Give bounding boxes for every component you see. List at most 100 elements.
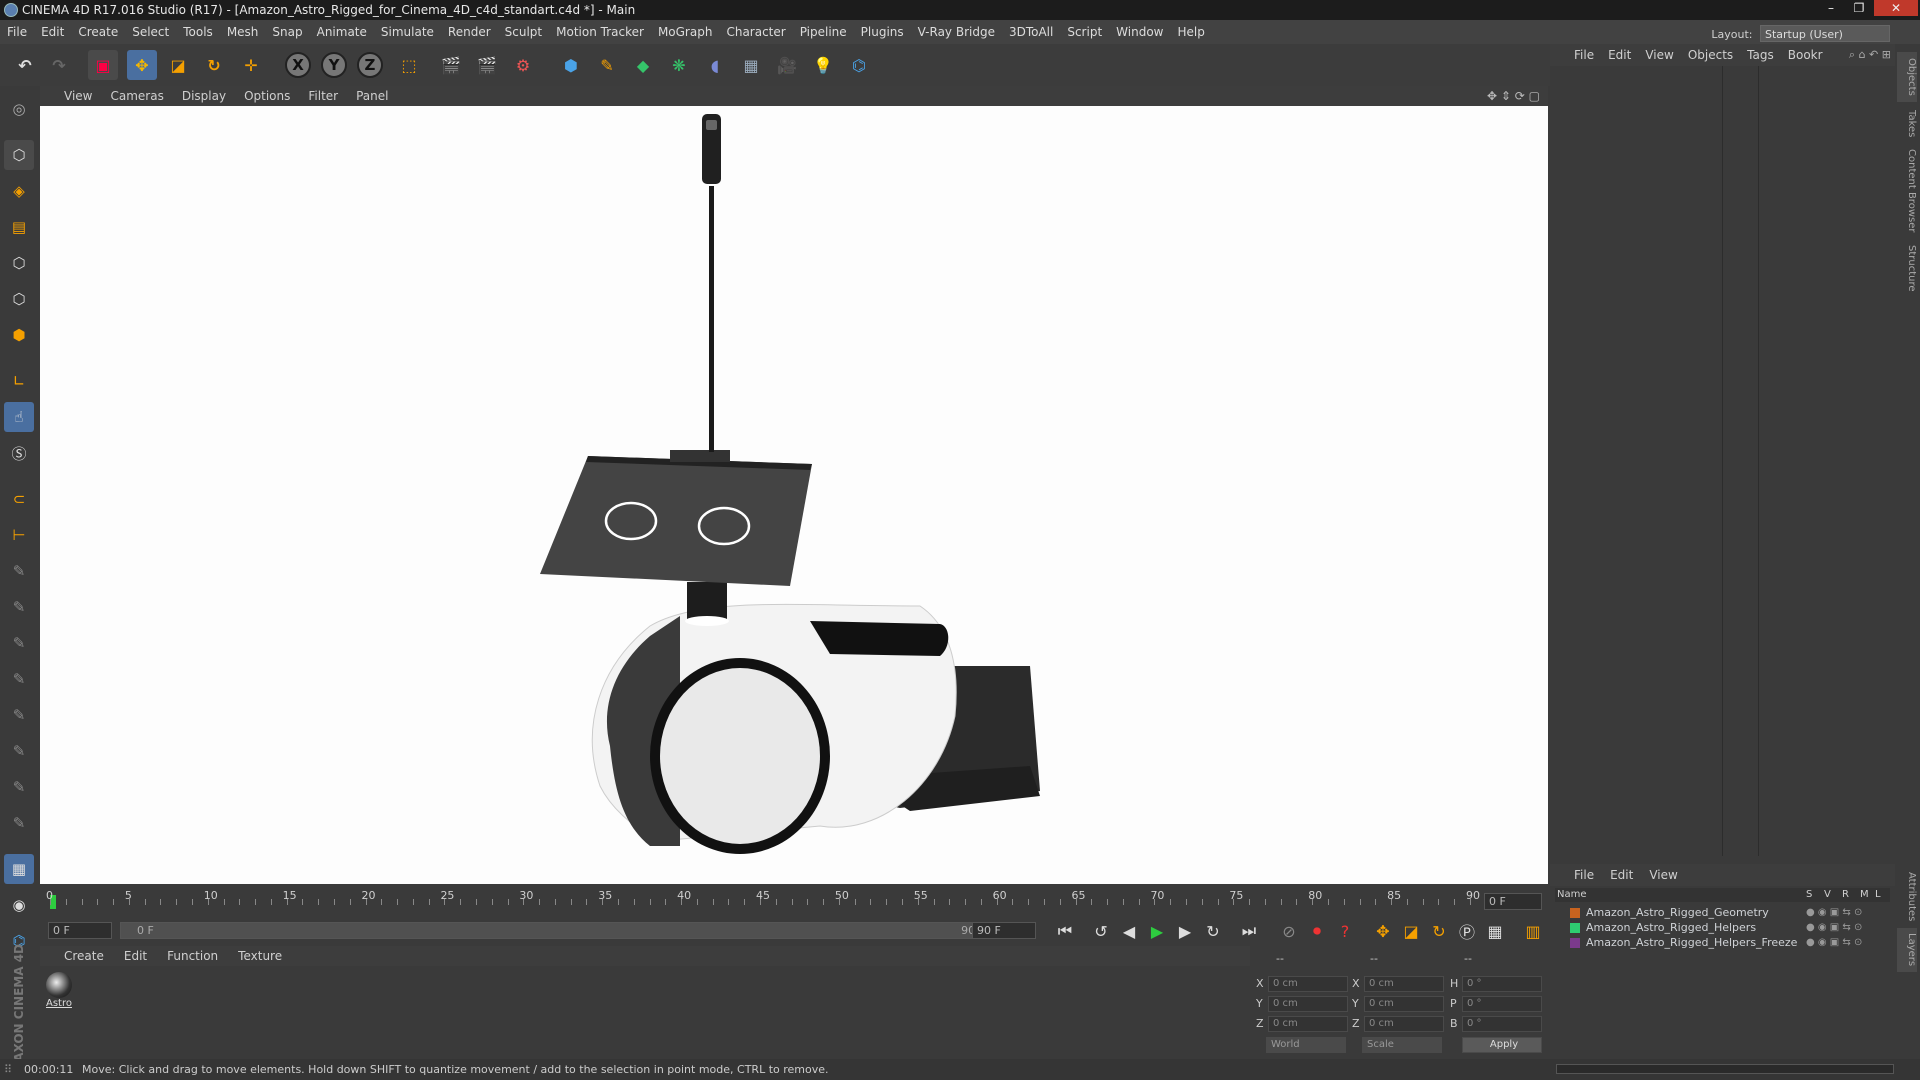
python-icon[interactable]: ⌬ (844, 50, 874, 80)
object-row[interactable]: ●Sky (1550, 72, 1895, 92)
close-icon[interactable]: ✕ (1874, 0, 1918, 16)
object-row[interactable]: ▲Beam_5⁘⁘ (1550, 392, 1895, 412)
menu-file[interactable]: File (0, 20, 34, 44)
menu-select[interactable]: Select (125, 20, 176, 44)
viewport-menu-options[interactable]: Options (236, 86, 300, 106)
subdivision-surface-icon[interactable]: ◆ (628, 50, 658, 80)
side-tab-content-browser[interactable]: Content Browser (1897, 146, 1917, 236)
render-picture-viewer-icon[interactable]: 🎬 (472, 50, 502, 80)
object-row[interactable]: ▲Camera⁘ (1550, 432, 1895, 452)
undo-icon[interactable]: ↶ (10, 50, 40, 80)
side-tab-attributes[interactable]: Attributes (1897, 868, 1917, 926)
object-row[interactable]: ⊟▲Base⁘ (1550, 152, 1895, 172)
material-menu-function[interactable]: Function (157, 946, 228, 966)
object-row[interactable]: ⊟▲main_controller⁘ (1550, 132, 1895, 152)
coord-position-z[interactable]: 0 cm (1268, 1016, 1348, 1032)
snapping-icon[interactable]: Ⓢ (4, 438, 34, 468)
sculpt-brush-5-icon[interactable]: ✎ (4, 700, 34, 730)
key-position-icon[interactable]: ✥ (1370, 918, 1396, 944)
sculpt-brush-7-icon[interactable]: ✎ (4, 772, 34, 802)
material-menu-create[interactable]: Create (40, 946, 114, 966)
layer-color-swatch[interactable] (1570, 908, 1580, 918)
timeline-scheme-icon[interactable]: ▥ (1520, 918, 1546, 944)
maximize-icon[interactable]: ❐ (1846, 0, 1872, 16)
sculpt-brush-4-icon[interactable]: ✎ (4, 664, 34, 694)
edges-mode-icon[interactable]: ⬡ (4, 284, 34, 314)
viewport-menu-display[interactable]: Display (174, 86, 236, 106)
layer-column-visible[interactable]: V (1824, 888, 1831, 902)
x-axis-lock-icon[interactable]: X (285, 52, 311, 78)
y-axis-lock-icon[interactable]: Y (321, 52, 347, 78)
sculpt-brush-8-icon[interactable]: ✎ (4, 808, 34, 838)
object-row[interactable]: ◆Subdivision Surface✓ (1550, 92, 1895, 112)
object-row[interactable]: ▲Wheel_Back⁘⁘ (1550, 232, 1895, 252)
key-parameter-icon[interactable]: Ⓟ (1454, 918, 1480, 944)
layer-menu-view[interactable]: View (1641, 864, 1685, 886)
layer-name[interactable]: Amazon_Astro_Rigged_Helpers (1586, 921, 1756, 934)
layer-menu-file[interactable]: File (1550, 864, 1602, 886)
sculpt-brush-3-icon[interactable]: ✎ (4, 628, 34, 658)
texture-mode-icon[interactable]: ◈ (4, 176, 34, 206)
viewport-menu-cameras[interactable]: Cameras (102, 86, 173, 106)
apply-button[interactable]: Apply (1462, 1037, 1542, 1053)
key-rotation-icon[interactable]: ↻ (1426, 918, 1452, 944)
coord-rotation-h[interactable]: 0 ° (1462, 976, 1542, 992)
layer-flag-icons[interactable]: ● ◉ ▣ ⇆ ⊙ (1806, 906, 1862, 920)
timeline-ruler[interactable]: 0 5 10 15 20 25 30 35 40 45 50 55 60 65 70 75 80 85 90 (46, 889, 1480, 915)
layer-row[interactable]: Amazon_Astro_Rigged_Helpers_Freeze ● ◉ ▣ … (1570, 936, 1890, 950)
layer-column-manager[interactable]: M (1860, 888, 1869, 902)
coord-rotation-b[interactable]: 0 ° (1462, 1016, 1542, 1032)
menu-pipeline[interactable]: Pipeline (793, 20, 854, 44)
horizontal-scrollbar[interactable] (1556, 1064, 1894, 1074)
layer-color-swatch[interactable] (1570, 938, 1580, 948)
layer-menu-edit[interactable]: Edit (1602, 864, 1641, 886)
side-tab-objects[interactable]: Objects (1897, 52, 1917, 102)
menu-window[interactable]: Window (1109, 20, 1170, 44)
pen-spline-icon[interactable]: ✎ (592, 50, 622, 80)
go-to-start-icon[interactable]: ⏮ (1052, 918, 1078, 944)
menu-character[interactable]: Character (719, 20, 792, 44)
object-row[interactable]: ▲Beam_1⁘⁘ (1550, 312, 1895, 332)
object-row[interactable]: ⊟▲DummyEnd⁘ (1550, 412, 1895, 432)
coordinate-system-icon[interactable]: ⬚ (394, 50, 424, 80)
object-row[interactable]: ▲Beam_4⁘⁘ (1550, 372, 1895, 392)
menu-mograph[interactable]: MoGraph (651, 20, 720, 44)
tweak-mode-icon[interactable]: ☝ (4, 402, 34, 432)
grid-lock-icon[interactable]: ▦ (4, 854, 34, 884)
scale-tool-icon[interactable]: ◪ (163, 50, 193, 80)
layer-column-solo[interactable]: S (1806, 888, 1812, 902)
coord-size-z[interactable]: 0 cm (1364, 1016, 1444, 1032)
light-object-icon[interactable]: 💡 (808, 50, 838, 80)
object-row[interactable]: ▲Wheel_Left⁘⁘ (1550, 172, 1895, 192)
menu-render[interactable]: Render (441, 20, 498, 44)
object-menu-objects[interactable]: Objects (1681, 44, 1740, 66)
object-row[interactable]: ⊟▲Steering_Wheel⁘⁘ (1550, 212, 1895, 232)
object-menu-view[interactable]: View (1638, 44, 1680, 66)
keyframe-selection-icon[interactable]: ? (1332, 918, 1358, 944)
layer-color-swatch[interactable] (1570, 923, 1580, 933)
key-pla-icon[interactable]: ▦ (1482, 918, 1508, 944)
make-editable-icon[interactable]: ◎ (4, 94, 34, 124)
layer-column-render[interactable]: R (1842, 888, 1849, 902)
object-row[interactable]: ▲Beam_3⁘⁘ (1550, 352, 1895, 372)
side-tab-structure[interactable]: Structure (1897, 240, 1917, 296)
object-manager-nav-icons[interactable]: ⌕ ⌂ ↶ ⊞ (1849, 44, 1891, 66)
layer-flag-icons[interactable]: ● ◉ ▣ ⇆ ⊙ (1806, 936, 1862, 950)
render-settings-icon[interactable]: ⚙ (508, 50, 538, 80)
object-row[interactable]: ▲Charger⁘ (1550, 472, 1895, 492)
floor-icon[interactable]: ▦ (736, 50, 766, 80)
menu-plugins[interactable]: Plugins (854, 20, 911, 44)
layer-row[interactable]: Amazon_Astro_Rigged_Helpers ● ◉ ▣ ⇆ ⊙ (1570, 921, 1890, 935)
menu-snap[interactable]: Snap (265, 20, 309, 44)
render-view-icon[interactable]: 🎬 (436, 50, 466, 80)
viewport-navigation-icons[interactable]: ✥ ⇕ ⟳ ▢ (1487, 86, 1540, 106)
viewport-menu-view[interactable]: View (40, 86, 102, 106)
polygons-mode-icon[interactable]: ⬢ (4, 320, 34, 350)
workplane-lock-icon[interactable]: ◉ (4, 890, 34, 920)
mograph-cloner-icon[interactable]: ❋ (664, 50, 694, 80)
minimize-icon[interactable]: – (1818, 0, 1844, 16)
sculpt-brush-1-icon[interactable]: ✎ (4, 556, 34, 586)
redo-icon[interactable]: ↷ (44, 50, 74, 80)
coord-space-dropdown[interactable]: World (1266, 1037, 1346, 1053)
layer-name[interactable]: Amazon_Astro_Rigged_Helpers_Freeze (1586, 936, 1797, 949)
